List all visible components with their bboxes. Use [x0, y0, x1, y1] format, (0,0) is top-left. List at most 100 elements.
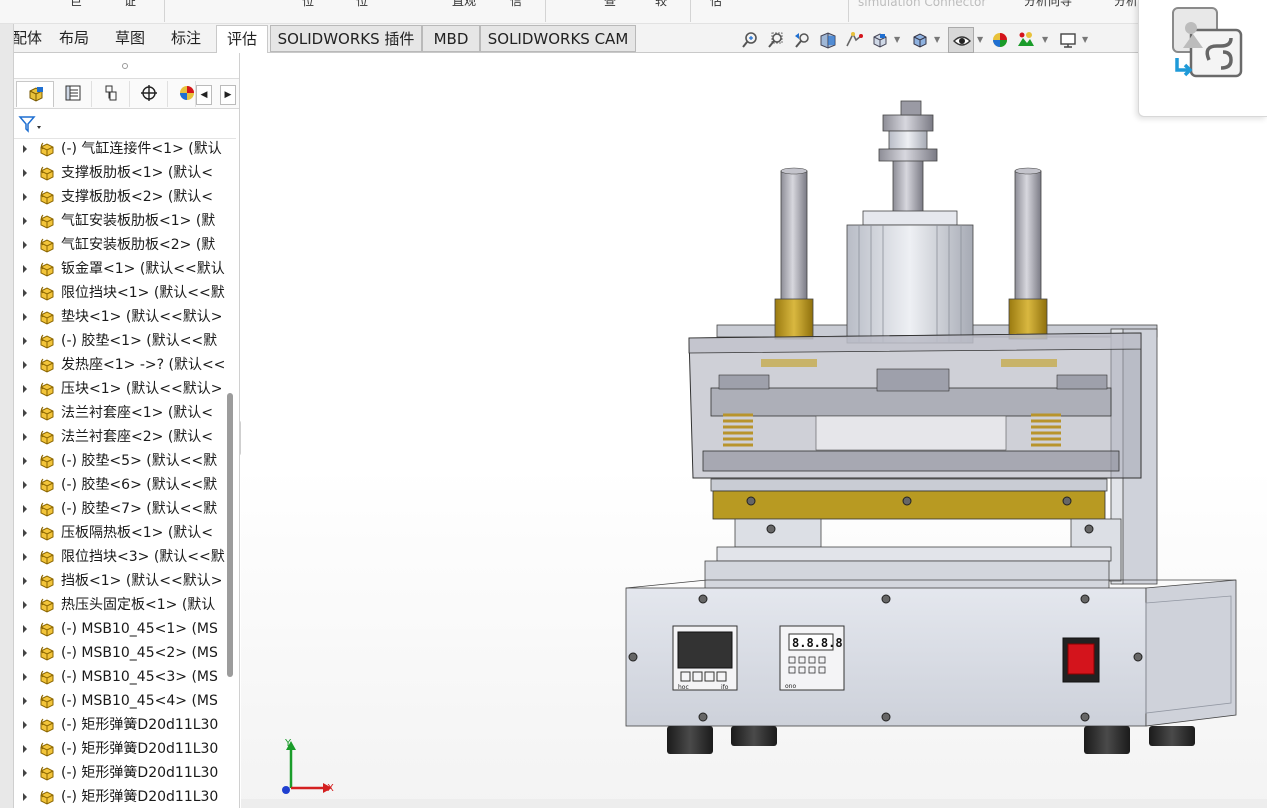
guide-rod-right[interactable] [1008, 167, 1048, 340]
expand-chevron-icon[interactable] [20, 623, 30, 635]
expand-chevron-icon[interactable] [20, 455, 30, 467]
guide-rod-left[interactable] [774, 167, 814, 340]
tree-item[interactable]: (-) 胶垫<5> (默认<<默 [14, 449, 228, 473]
ribbon-label[interactable]: 分析 [1114, 0, 1138, 9]
tree-item[interactable]: (-) MSB10_45<2> (MS [14, 641, 228, 665]
tree-item[interactable]: 挡板<1> (默认<<默认> [14, 569, 228, 593]
tree-item[interactable]: 钣金罩<1> (默认<<默认 [14, 257, 228, 281]
tree-item[interactable]: (-) MSB10_45<4> (MS [14, 689, 228, 713]
view-settings-icon[interactable] [1058, 30, 1078, 50]
ribbon-label[interactable]: 分析向导 [1024, 0, 1072, 9]
press-table[interactable] [704, 518, 1122, 590]
expand-chevron-icon[interactable] [20, 359, 30, 371]
ribbon-label[interactable]: 估 [710, 0, 722, 9]
ribbon-label[interactable]: 位 [302, 0, 314, 9]
expand-chevron-icon[interactable] [20, 335, 30, 347]
ribbon-label-disabled[interactable]: simulation Connector [858, 0, 986, 9]
tree-filter-bar[interactable] [14, 109, 236, 139]
tree-item[interactable]: 法兰衬套座<2> (默认< [14, 425, 228, 449]
hide-show-items-button[interactable] [948, 27, 974, 53]
expand-chevron-icon[interactable] [20, 263, 30, 275]
tree-item[interactable]: 压块<1> (默认<<默认> [14, 377, 228, 401]
panel-resize-handle[interactable] [14, 53, 239, 79]
ribbon-label[interactable]: 信 [510, 0, 522, 9]
temperature-controller[interactable]: hoc ifo [672, 625, 738, 691]
tab-feature-tree[interactable] [16, 81, 54, 107]
apply-scene-icon[interactable] [1016, 30, 1036, 50]
expand-chevron-icon[interactable] [20, 167, 30, 179]
tab-solidworks-addins[interactable]: SOLIDWORKS 插件 [270, 25, 422, 52]
ribbon-label[interactable]: 较 [655, 0, 667, 9]
hide-show-dropdown-icon[interactable]: ▼ [977, 35, 983, 44]
expand-chevron-icon[interactable] [20, 431, 30, 443]
base-feet[interactable] [667, 726, 1195, 754]
tree-item[interactable]: (-) 气缸连接件<1> (默认 [14, 140, 228, 161]
tree-item[interactable]: 热压头固定板<1> (默认 [14, 593, 228, 617]
edit-appearance-icon[interactable] [990, 30, 1010, 50]
expand-chevron-icon[interactable] [20, 191, 30, 203]
tab-layout[interactable]: 布局 [48, 25, 100, 52]
tree-item[interactable]: 压板隔热板<1> (默认< [14, 521, 228, 545]
tree-item[interactable]: 支撑板肋板<1> (默认< [14, 161, 228, 185]
tab-configuration-manager[interactable] [92, 81, 130, 107]
apps-popup[interactable] [1138, 0, 1267, 117]
tree-item[interactable]: (-) MSB10_45<1> (MS [14, 617, 228, 641]
ribbon-label[interactable]: 证 [124, 0, 136, 9]
ribbon-label[interactable]: 查 [604, 0, 616, 9]
tree-item[interactable]: 气缸安装板肋板<1> (默 [14, 209, 228, 233]
tree-item[interactable]: (-) 矩形弹簧D20d11L30 [14, 737, 228, 761]
expand-chevron-icon[interactable] [20, 575, 30, 587]
model-viewport[interactable]: hoc ifo 8.8.8.8 ono Y X [241, 53, 1267, 808]
tree-item[interactable]: 限位挡块<3> (默认<<默 [14, 545, 228, 569]
expand-chevron-icon[interactable] [20, 479, 30, 491]
expand-chevron-icon[interactable] [20, 551, 30, 563]
tree-item[interactable]: (-) 胶垫<1> (默认<<默 [14, 329, 228, 353]
expand-chevron-icon[interactable] [20, 791, 30, 803]
expand-chevron-icon[interactable] [20, 311, 30, 323]
section-view-icon[interactable] [818, 30, 838, 50]
tree-item[interactable]: 限位挡块<1> (默认<<默 [14, 281, 228, 305]
timer-controller[interactable]: 8.8.8.8 ono [779, 625, 845, 691]
tab-sketch[interactable]: 草图 [104, 25, 156, 52]
power-switch[interactable] [1062, 637, 1100, 683]
display-style-dropdown-icon[interactable]: ▼ [934, 35, 940, 44]
expand-chevron-icon[interactable] [20, 719, 30, 731]
ribbon-dropdown-icon[interactable]: ▾ [790, 0, 795, 1]
tree-item[interactable]: 法兰衬套座<1> (默认< [14, 401, 228, 425]
expand-chevron-icon[interactable] [20, 503, 30, 515]
expand-chevron-icon[interactable] [20, 383, 30, 395]
tabs-scroll-right-button[interactable]: ▶ [220, 85, 236, 105]
tree-item[interactable]: 发热座<1> ->? (默认<< [14, 353, 228, 377]
tree-item[interactable]: (-) MSB10_45<3> (MS [14, 665, 228, 689]
display-style-icon[interactable] [910, 30, 930, 50]
expand-chevron-icon[interactable] [20, 599, 30, 611]
zoom-to-area-icon[interactable] [766, 30, 786, 50]
expand-chevron-icon[interactable] [20, 239, 30, 251]
heating-plate[interactable] [710, 478, 1108, 520]
tab-display-manager[interactable] [168, 81, 196, 107]
air-cylinder[interactable] [846, 100, 974, 344]
ribbon-label[interactable]: 直观 [452, 0, 476, 9]
tab-property-manager[interactable] [54, 81, 92, 107]
tree-item[interactable]: 垫块<1> (默认<<默认> [14, 305, 228, 329]
tree-scrollbar[interactable] [227, 393, 233, 677]
tab-evaluate[interactable]: 评估 [216, 25, 268, 53]
dynamic-annotation-icon[interactable] [844, 30, 864, 50]
tree-item[interactable]: (-) 矩形弹簧D20d11L30 [14, 785, 228, 808]
tree-item[interactable]: 气缸安装板肋板<2> (默 [14, 233, 228, 257]
tab-mbd[interactable]: MBD [422, 25, 480, 52]
expand-chevron-icon[interactable] [20, 767, 30, 779]
expand-chevron-icon[interactable] [20, 407, 30, 419]
tab-solidworks-cam[interactable]: SOLIDWORKS CAM [480, 25, 636, 52]
filter-icon[interactable] [18, 115, 44, 133]
ribbon-label[interactable]: 位 [356, 0, 368, 9]
view-orientation-icon[interactable] [870, 30, 890, 50]
tabs-scroll-left-button[interactable]: ◀ [196, 85, 212, 105]
tree-item[interactable]: (-) 胶垫<7> (默认<<默 [14, 497, 228, 521]
expand-chevron-icon[interactable] [20, 527, 30, 539]
expand-chevron-icon[interactable] [20, 287, 30, 299]
expand-chevron-icon[interactable] [20, 671, 30, 683]
view-orientation-dropdown-icon[interactable]: ▼ [894, 35, 900, 44]
tab-assembly[interactable]: 配体 [14, 25, 42, 52]
view-settings-dropdown-icon[interactable]: ▼ [1082, 35, 1088, 44]
